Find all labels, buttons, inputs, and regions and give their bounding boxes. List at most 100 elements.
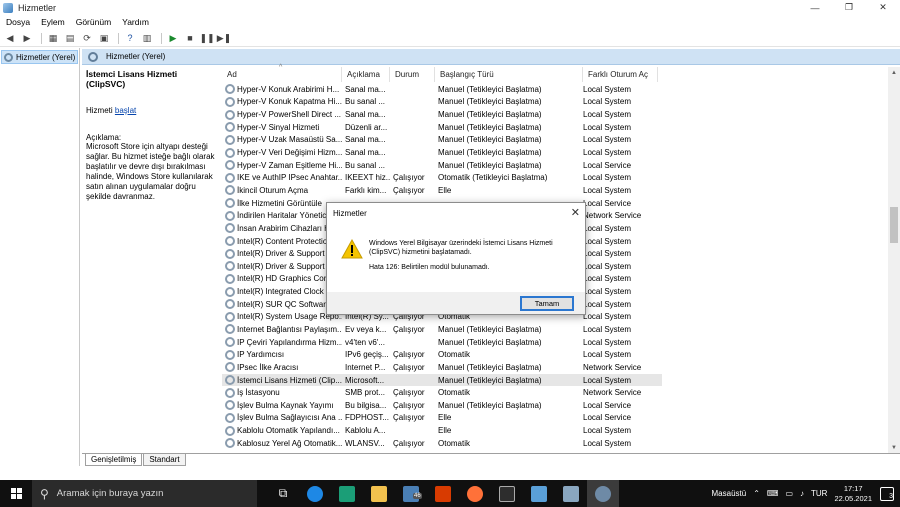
dialog-close-icon[interactable]: ✕ <box>571 206 580 219</box>
refresh-icon[interactable]: ⟳ <box>80 32 94 45</box>
vertical-scrollbar[interactable]: ▲ ▼ <box>888 67 900 454</box>
task-view-button[interactable]: ⧉ <box>267 480 299 507</box>
volume-icon[interactable]: ♪ <box>800 489 804 498</box>
start-service-icon[interactable]: ▶ <box>166 32 180 45</box>
media-app[interactable] <box>331 480 363 507</box>
file-explorer-app[interactable] <box>363 480 395 507</box>
taskbar-search-box[interactable]: ⚲ Aramak için buraya yazın <box>32 480 257 507</box>
close-button[interactable]: ✕ <box>866 0 900 15</box>
chevron-up-icon[interactable]: ⌃ <box>753 489 760 498</box>
edge-app[interactable] <box>299 480 331 507</box>
table-row[interactable]: IPsec İlke Aracısı Internet P... Çalışıyor… <box>222 361 662 374</box>
menu-file[interactable]: Dosya <box>6 17 30 27</box>
gear-icon <box>4 52 13 62</box>
pause-service-icon[interactable]: ❚❚ <box>199 32 214 45</box>
minimize-button[interactable]: — <box>798 0 832 15</box>
tab-extended[interactable]: Genişletilmiş <box>85 454 143 466</box>
service-name-cell: Kablolu Otomatik Yapılandı... <box>222 425 342 436</box>
table-row[interactable]: IP Çeviri Yapılandırma Hizm... v4'ten v6'… <box>222 336 662 349</box>
gear-icon <box>225 337 235 348</box>
table-row[interactable]: IP Yardımcısı IPv6 geçiş... Çalışıyor Otoma… <box>222 348 662 361</box>
scroll-thumb[interactable] <box>890 207 898 243</box>
edge-icon <box>307 485 323 502</box>
table-row[interactable]: Hyper-V Konuk Arabirimi H... Sanal ma... M… <box>222 83 662 96</box>
terminal-app[interactable] <box>491 480 523 507</box>
service-status: Çalışıyor <box>393 185 425 195</box>
notifications-icon[interactable]: 3 <box>880 486 894 501</box>
table-row[interactable]: Internet Bağlantısı Paylaşım... Ev veya k… <box>222 323 662 336</box>
menu-action[interactable]: Eylem <box>41 17 65 27</box>
help-icon[interactable]: ? <box>123 32 137 45</box>
table-row[interactable]: Hyper-V Uzak Masaüstü Sa... Sanal ma... Ma… <box>222 134 662 147</box>
table-row[interactable]: Hyper-V Veri Değişimi Hizm... Sanal ma...… <box>222 146 662 159</box>
pane-header-title: Hizmetler (Yerel) <box>106 52 166 61</box>
column-header-startup-type[interactable]: Başlangıç Türü <box>435 67 583 82</box>
console-tree-icon[interactable]: ▦ <box>46 32 60 45</box>
start-service-link[interactable]: başlat <box>115 106 136 115</box>
service-description: Sanal ma... <box>345 148 386 158</box>
maximize-button[interactable]: ❐ <box>832 0 866 15</box>
battery-icon[interactable]: ▭ <box>785 489 793 498</box>
table-row[interactable]: İstemci Lisans Hizmeti (Clip... Microsoft… <box>222 373 662 387</box>
menu-view[interactable]: Görünüm <box>76 17 111 27</box>
service-name: İndirilen Haritalar Yönetic <box>237 211 327 221</box>
desktop-toolbar[interactable]: Masaüstü <box>712 489 747 498</box>
office-app[interactable] <box>427 480 459 507</box>
table-row[interactable]: Hyper-V Zaman Eşitleme Hi... Bu sanal ...… <box>222 159 662 172</box>
menu-help[interactable]: Yardım <box>122 17 149 27</box>
service-description: Düzenli ar... <box>345 122 388 132</box>
ok-button[interactable]: Tamam <box>520 296 574 311</box>
table-row[interactable]: IKE ve AuthIP IPsec Anahtar... IKEEXT hiz… <box>222 171 662 184</box>
service-name-cell: Hyper-V Sinyal Hizmeti <box>222 122 342 133</box>
table-row[interactable]: İşlev Bulma Kaynak Yayımı Bu bilgisa... Ça… <box>222 399 662 412</box>
column-header-log-on-as[interactable]: Farklı Oturum Aç <box>583 67 658 82</box>
stop-service-icon[interactable]: ■ <box>183 32 197 45</box>
start-button[interactable] <box>0 480 32 507</box>
export-list-icon[interactable]: ▣ <box>97 32 111 45</box>
window-controls: — ❐ ✕ <box>798 0 900 15</box>
firefox-app[interactable] <box>459 480 491 507</box>
service-name: İnsan Arabirim Cihazları H <box>237 223 330 233</box>
services-taskbar-app[interactable] <box>587 480 619 507</box>
service-log-on-as: Local System <box>583 312 632 322</box>
language-indicator[interactable]: TUR <box>811 489 827 498</box>
table-row[interactable]: Hyper-V Konuk Kapatma Hi... Bu sanal ... M… <box>222 96 662 109</box>
service-name: Intel(R) Driver & Support A <box>237 261 332 271</box>
tab-standard[interactable]: Standart <box>143 454 186 466</box>
table-row[interactable]: İşlev Bulma Sağlayıcısı Ana ... FDPHOST..… <box>222 412 662 425</box>
table-row[interactable]: Hyper-V PowerShell Direct ... Sanal ma...… <box>222 108 662 121</box>
table-row[interactable]: Hyper-V Sinyal Hizmeti Düzenli ar... Manue… <box>222 121 662 134</box>
service-log-on-as: Local System <box>583 223 632 233</box>
column-header-name[interactable]: ^ Ad <box>222 64 342 82</box>
service-name-cell: İnsan Arabirim Cihazları H <box>222 223 342 234</box>
column-header-description[interactable]: Açıklama <box>342 67 390 82</box>
service-log-on-as: Local Service <box>583 413 632 423</box>
service-name-cell: Intel(R) Content Protectio <box>222 236 342 246</box>
restart-service-icon[interactable]: ▶❚ <box>217 32 231 45</box>
forward-arrow-icon[interactable]: ▶ <box>20 32 34 45</box>
network-icon[interactable]: ⌨ <box>767 489 779 498</box>
table-row[interactable]: Kablolu Otomatik Yapılandı... Kablolu A..… <box>222 424 662 437</box>
table-row[interactable]: İkincil Oturum Açma Farklı kim... Çalışıyo… <box>222 184 662 197</box>
properties-list-icon[interactable]: ▤ <box>63 32 77 45</box>
service-name: Hyper-V Veri Değişimi Hizm... <box>237 148 342 158</box>
service-name-cell: Intel(R) Driver & Support A <box>222 261 342 272</box>
scroll-up-icon[interactable]: ▲ <box>888 67 900 79</box>
clock[interactable]: 17:17 22.05.2021 <box>834 484 872 504</box>
table-row[interactable]: İş İstasyonu SMB prot... Çalışıyor Otomatik… <box>222 386 662 399</box>
gear-icon <box>88 51 98 62</box>
gear-icon <box>225 349 235 360</box>
service-status: Çalışıyor <box>393 388 425 398</box>
control-panel-app[interactable] <box>555 480 587 507</box>
remote-desktop-app[interactable] <box>523 480 555 507</box>
back-arrow-icon[interactable]: ◀ <box>3 32 17 45</box>
firefox-icon <box>467 485 483 502</box>
tree-item-services-local[interactable]: Hizmetler (Yerel) <box>1 50 78 64</box>
service-description: v4'ten v6'... <box>345 337 385 347</box>
games-app[interactable]: 46 <box>395 480 427 507</box>
show-hide-icon[interactable]: ▥ <box>140 32 154 45</box>
table-row[interactable]: Kablosuz Yerel Ağ Otomatik... WLANSV... Ça… <box>222 437 662 450</box>
column-header-status[interactable]: Durum <box>390 67 435 82</box>
service-log-on-as: Local System <box>583 148 632 158</box>
service-startup-type: Manuel (Tetikleyici Başlatma) <box>438 110 542 120</box>
